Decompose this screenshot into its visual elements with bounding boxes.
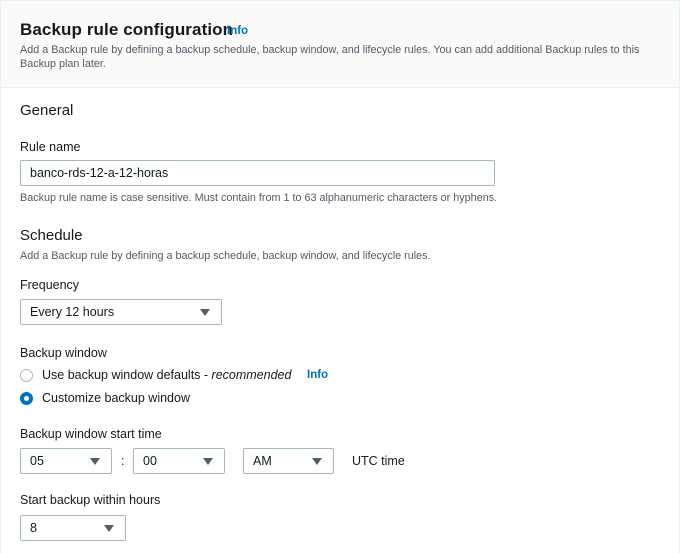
caret-down-icon (203, 458, 213, 465)
start-time-label: Backup window start time (20, 427, 162, 441)
caret-down-icon (312, 458, 322, 465)
general-section-title: General (20, 102, 74, 119)
rule-name-label: Rule name (20, 140, 81, 154)
time-separator: : (121, 454, 125, 468)
rule-name-input[interactable] (20, 160, 495, 186)
rule-name-hint: Backup rule name is case sensitive. Must… (20, 192, 498, 204)
start-within-value: 8 (30, 521, 37, 535)
start-within-label: Start backup within hours (20, 493, 161, 507)
backup-rule-configuration-panel: Backup rule configuration Info Add a Bac… (0, 0, 680, 553)
header-info-link[interactable]: Info (227, 25, 248, 37)
timezone-label: UTC time (352, 454, 405, 468)
caret-down-icon (90, 458, 100, 465)
start-hour-value: 05 (30, 454, 44, 468)
radio-unchecked-icon (20, 369, 33, 382)
frequency-label: Frequency (20, 278, 80, 292)
start-within-select[interactable]: 8 (20, 515, 126, 541)
header-description: Add a Backup rule by defining a backup s… (20, 44, 640, 70)
start-ampm-select[interactable]: AM (243, 448, 334, 474)
page-title: Backup rule configuration (20, 20, 234, 39)
frequency-select[interactable]: Every 12 hours (20, 299, 222, 325)
radio-use-defaults[interactable]: Use backup window defaults - recommended (20, 367, 340, 385)
start-minute-value: 00 (143, 454, 157, 468)
caret-down-icon (200, 309, 210, 316)
schedule-section-title: Schedule (20, 227, 83, 244)
caret-down-icon (104, 525, 114, 532)
backup-window-label: Backup window (20, 346, 107, 360)
start-hour-select[interactable]: 05 (20, 448, 112, 474)
start-ampm-value: AM (253, 454, 272, 468)
radio-customize-label: Customize backup window (42, 391, 190, 405)
panel-header: Backup rule configuration Info Add a Bac… (1, 1, 679, 88)
radio-use-defaults-label: Use backup window defaults - recommended (42, 368, 292, 382)
schedule-description: Add a Backup rule by defining a backup s… (20, 250, 431, 262)
radio-checked-icon (20, 392, 33, 405)
frequency-value: Every 12 hours (30, 305, 115, 319)
backup-window-info-link[interactable]: Info (307, 369, 328, 381)
radio-customize-window[interactable]: Customize backup window (20, 390, 220, 408)
start-minute-select[interactable]: 00 (133, 448, 225, 474)
